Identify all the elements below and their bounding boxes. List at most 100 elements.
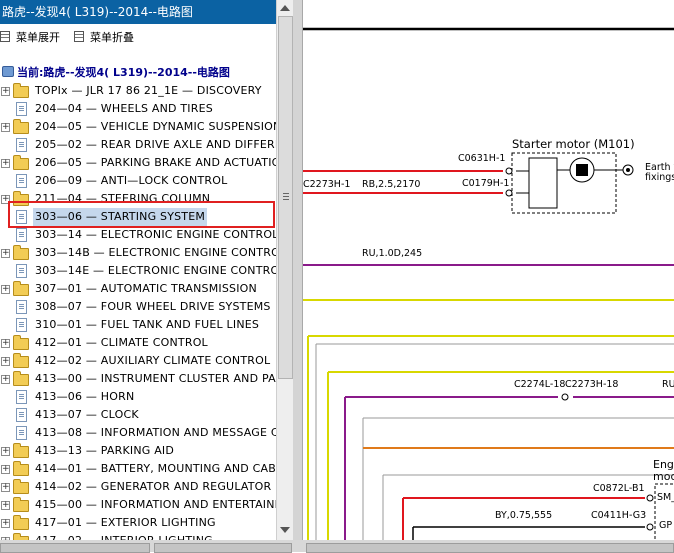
folder-icon	[13, 461, 29, 476]
connector-pin-icon	[646, 523, 654, 531]
tree-node-label: 412—02 — AUXILIARY CLIMATE CONTROL	[35, 354, 271, 367]
tree-node[interactable]: +204—05 — VEHICLE DYNAMIC SUSPENSION	[0, 118, 276, 136]
tree-node[interactable]: 303—14 — ELECTRONIC ENGINE CONTROLS	[0, 226, 276, 244]
tree-node[interactable]: 206—09 — ANTI—LOCK CONTROL	[0, 172, 276, 190]
tree-node-label: 415—00 — INFORMATION AND ENTERTAINMENT	[35, 498, 276, 511]
connector-pin-icon	[505, 189, 513, 197]
navigation-panel: 路虎--发现4( L319)--2014--电路图 菜单展开 菜单折叠 当前:路…	[0, 0, 276, 540]
expand-icon[interactable]: +	[1, 159, 10, 168]
folder-icon	[13, 497, 29, 512]
horizontal-scrollbar[interactable]	[0, 540, 674, 553]
expand-menu-button[interactable]: 菜单展开	[0, 30, 60, 46]
tree-node[interactable]: +417—01 — EXTERIOR LIGHTING	[0, 514, 276, 532]
solenoid-box	[528, 157, 558, 209]
tree-node[interactable]: +413—00 — INSTRUMENT CLUSTER AND PANEL	[0, 370, 276, 388]
tree-node[interactable]: +412—01 — CLIMATE CONTROL	[0, 334, 276, 352]
tree-node[interactable]: +417—02 — INTERIOR LIGHTING	[0, 532, 276, 540]
document-icon	[16, 300, 27, 314]
connector-pin-icon	[646, 494, 654, 502]
wire-label: RB,2.5,2170	[362, 179, 421, 190]
tree-node-label: 413—08 — INFORMATION AND MESSAGE CENTER	[35, 426, 276, 439]
tree-node[interactable]: 413—08 — INFORMATION AND MESSAGE CENTER	[0, 424, 276, 442]
expand-icon[interactable]: +	[1, 375, 10, 384]
tree-node-label: 206—09 — ANTI—LOCK CONTROL	[35, 174, 228, 187]
panel-title: 路虎--发现4( L319)--2014--电路图	[0, 0, 276, 24]
connector-pin-icon	[561, 393, 569, 401]
expand-icon[interactable]: +	[1, 123, 10, 132]
scrollbar-thumb[interactable]	[278, 16, 293, 379]
tree-node[interactable]: 303—14E — ELECTRONIC ENGINE CONTROLS	[0, 262, 276, 280]
expand-icon[interactable]: +	[1, 339, 10, 348]
folder-icon	[13, 515, 29, 530]
grip-icon	[283, 193, 289, 200]
connector-label: C0872L-B1	[593, 483, 645, 494]
wire-label: RU	[662, 379, 674, 390]
module-label: mod	[653, 470, 674, 483]
connector-pin-icon	[505, 167, 513, 175]
expand-icon[interactable]: +	[1, 285, 10, 294]
tree-node[interactable]: 413—07 — CLOCK	[0, 406, 276, 424]
tree-node-label: 204—04 — WHEELS AND TIRES	[35, 102, 213, 115]
document-icon	[16, 228, 27, 242]
tree-node[interactable]: +303—14B — ELECTRONIC ENGINE CONTROLS	[0, 244, 276, 262]
tree-node[interactable]: 310—01 — FUEL TANK AND FUEL LINES	[0, 316, 276, 334]
scroll-down-arrow-icon[interactable]	[280, 527, 290, 533]
tree-node[interactable]: 204—04 — WHEELS AND TIRES	[0, 100, 276, 118]
tree-node-label: 303—14 — ELECTRONIC ENGINE CONTROLS	[35, 228, 276, 241]
starter-motor-outline	[511, 152, 617, 214]
folder-icon	[13, 335, 29, 350]
pane-splitter[interactable]	[293, 0, 303, 552]
tree-node-label: 308—07 — FOUR WHEEL DRIVE SYSTEMS	[35, 300, 271, 313]
expand-icon[interactable]: +	[1, 483, 10, 492]
document-icon	[16, 102, 27, 116]
tree-root[interactable]: 当前:路虎--发现4( L319)--2014--电路图	[0, 64, 230, 82]
tree-node[interactable]: 308—07 — FOUR WHEEL DRIVE SYSTEMS	[0, 298, 276, 316]
folder-icon	[13, 371, 29, 386]
tree-node-label: 204—05 — VEHICLE DYNAMIC SUSPENSION	[35, 120, 276, 133]
tree-root-label: 当前:路虎--发现4( L319)--2014--电路图	[17, 66, 230, 79]
tree-toolbar: 菜单展开 菜单折叠	[0, 26, 276, 46]
tree-node-label: 413—13 — PARKING AID	[35, 444, 175, 457]
expand-icon[interactable]: +	[1, 465, 10, 474]
wiring-diagram-canvas	[303, 27, 674, 540]
tree-node[interactable]: +206—05 — PARKING BRAKE AND ACTUATION	[0, 154, 276, 172]
tree-node[interactable]: + TOPIx — JLR 17 86 21_1E — DISCOVERY	[0, 82, 276, 100]
scroll-up-arrow-icon[interactable]	[280, 5, 290, 11]
tree-node[interactable]: +412—02 — AUXILIARY CLIMATE CONTROL	[0, 352, 276, 370]
tree-node-label: 414—01 — BATTERY, MOUNTING AND CABLES	[35, 462, 276, 475]
wire-label: BY,0.75,555	[495, 510, 553, 521]
folder-icon	[13, 83, 29, 98]
folder-icon	[13, 155, 29, 170]
wiring-diagram: Starter motor (M101) Earth via fixings (…	[303, 0, 674, 540]
expand-icon[interactable]: +	[1, 357, 10, 366]
expand-icon[interactable]: +	[1, 501, 10, 510]
connector-label: C2273H-1	[303, 179, 351, 190]
connector-label: C2274L-18	[514, 379, 566, 390]
document-icon	[16, 174, 27, 188]
expand-icon[interactable]: +	[1, 519, 10, 528]
tree-node[interactable]: +414—02 — GENERATOR AND REGULATOR	[0, 478, 276, 496]
tree-node-label: 307—01 — AUTOMATIC TRANSMISSION	[35, 282, 257, 295]
annotation-highlight-box	[8, 201, 275, 228]
connector-label: C0411H-G3	[591, 510, 647, 521]
collapse-menu-button[interactable]: 菜单折叠	[74, 30, 134, 46]
expand-icon[interactable]: +	[1, 249, 10, 258]
document-icon	[16, 426, 27, 440]
expand-icon[interactable]: +	[1, 447, 10, 456]
expand-icon[interactable]: +	[1, 87, 10, 96]
tree-node[interactable]: 205—02 — REAR DRIVE AXLE AND DIFFERENTIA…	[0, 136, 276, 154]
collapse-menu-label: 菜单折叠	[90, 31, 134, 44]
earth-symbol-center	[626, 168, 630, 172]
tree-scrollbar[interactable]	[276, 0, 293, 540]
tree-node[interactable]: +415—00 — INFORMATION AND ENTERTAINMENT	[0, 496, 276, 514]
list-icon	[0, 31, 10, 42]
folder-icon	[13, 443, 29, 458]
tree-node[interactable]: +414—01 — BATTERY, MOUNTING AND CABLES	[0, 460, 276, 478]
folder-icon	[13, 119, 29, 134]
tree-node[interactable]: +307—01 — AUTOMATIC TRANSMISSION	[0, 280, 276, 298]
pin-label: GP	[659, 520, 673, 531]
tree-node[interactable]: +413—13 — PARKING AID	[0, 442, 276, 460]
tree-node-label: 310—01 — FUEL TANK AND FUEL LINES	[35, 318, 260, 331]
tree-node-label: 206—05 — PARKING BRAKE AND ACTUATION	[35, 156, 276, 169]
tree-node[interactable]: 413—06 — HORN	[0, 388, 276, 406]
